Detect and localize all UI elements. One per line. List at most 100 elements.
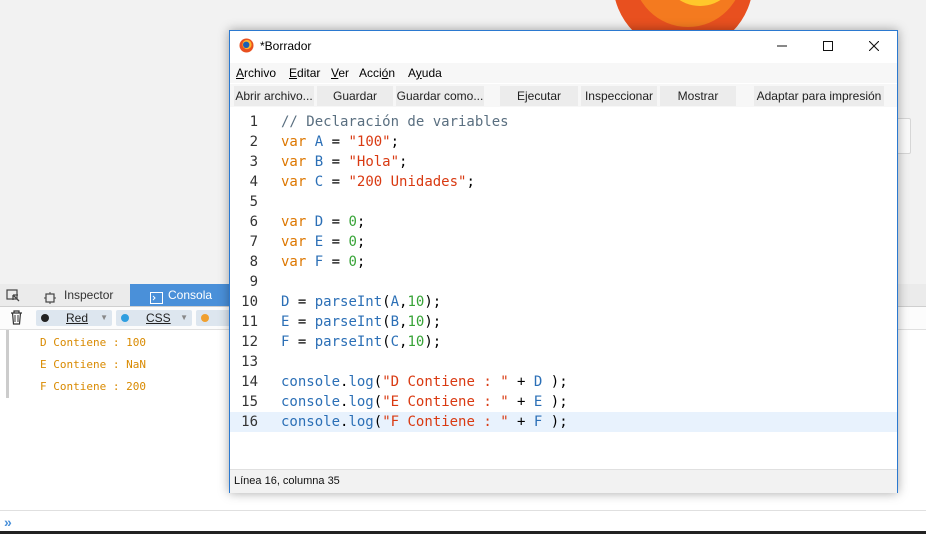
code-line[interactable]: 12 F = parseInt(C,10); [230,332,897,352]
console-prompt-icon: » [4,514,12,530]
element-picker-button[interactable] [0,284,28,306]
trash-icon[interactable] [10,310,23,330]
line-number: 6 [249,214,258,230]
code-token: ; [399,154,408,170]
maximize-button[interactable] [805,31,851,61]
scratchpad-window: *Borrador Archivo Editar Ver Acción Ayud… [229,30,898,493]
code-token: ( [373,374,383,390]
code-token: ( [382,294,391,310]
code-text: var C = "200 Unidades"; [281,172,475,192]
line-number: 12 [241,334,258,350]
code-token: var [281,234,307,250]
code-token: C [314,174,324,190]
code-token: parseInt [314,334,383,350]
console-message: E Contiene : NaN [40,358,146,371]
code-text: // Declaración de variables [281,112,509,132]
code-token: parseInt [314,294,383,310]
code-line[interactable]: 6 var D = 0; [230,212,897,232]
tab-console-label: Consola [168,288,213,302]
code-text: var F = 0; [281,252,365,272]
filter-net-dot [41,314,49,322]
open-file-button[interactable]: Abrir archivo... [234,86,314,106]
save-button[interactable]: Guardar [317,86,393,106]
code-line[interactable]: 2 var A = "100"; [230,132,897,152]
code-token: ( [373,414,383,430]
code-token: ); [424,294,442,310]
code-token: "Hola" [348,154,400,170]
menu-accion[interactable]: Acción [359,66,395,80]
code-token: A [314,134,324,150]
code-token: ); [424,314,442,330]
status-bar: Línea 16, columna 35 [230,469,897,493]
code-token: 0 [348,254,357,270]
run-button[interactable]: Ejecutar [500,86,578,106]
pretty-print-button[interactable]: Adaptar para impresión [754,86,884,106]
close-button[interactable] [851,31,897,61]
code-token: console [281,414,341,430]
code-token: console [281,394,341,410]
code-line[interactable]: 1 // Declaración de variables [230,112,897,132]
save-as-button[interactable]: Guardar como... [396,86,484,106]
code-editor[interactable]: 1 // Declaración de variables 2 var A = "10… [230,108,897,468]
minimize-button[interactable] [759,31,805,61]
menu-archivo[interactable]: Archivo [236,66,276,80]
code-line[interactable]: 8 var F = 0; [230,252,897,272]
menu-editar[interactable]: Editar [289,66,320,80]
code-token: 10 [407,334,425,350]
code-line[interactable]: 14 console.log("D Contiene : " + D ); [230,372,897,392]
minimize-icon [777,38,787,54]
filter-css[interactable]: CSS ▼ [116,310,192,326]
display-button[interactable]: Mostrar [660,86,736,106]
code-token: A [390,294,400,310]
code-token: "200 Unidades" [348,174,467,190]
menu-ayuda[interactable]: Ayuda [408,66,442,80]
code-token: console [281,374,341,390]
code-token: "100" [348,134,391,150]
code-line[interactable]: 5 [230,192,897,212]
filter-js[interactable] [196,310,232,326]
code-text: console.log("E Contiene : " + E ); [281,392,568,412]
code-line[interactable]: 11 E = parseInt(B,10); [230,312,897,332]
code-token: 10 [407,294,425,310]
code-line[interactable]: 10 D = parseInt(A,10); [230,292,897,312]
code-token: log [348,374,374,390]
code-token: = [323,134,349,150]
tab-inspector[interactable]: Inspector [28,284,128,306]
maximize-icon [823,38,833,54]
code-line[interactable]: 7 var E = 0; [230,232,897,252]
inspect-button[interactable]: Inspeccionar [581,86,657,106]
code-token: ( [373,394,383,410]
menu-ver[interactable]: Ver [331,66,349,80]
code-text: var B = "Hola"; [281,152,407,172]
code-token: + [508,374,534,390]
code-token: B [314,154,324,170]
code-line[interactable]: 9 [230,272,897,292]
code-token: ; [356,254,366,270]
code-token: var [281,174,307,190]
line-number: 16 [241,414,258,430]
code-line[interactable]: 13 [230,352,897,372]
code-line[interactable]: 3 var B = "Hola"; [230,152,897,172]
code-token: ); [542,394,568,410]
code-line[interactable]: 4 var C = "200 Unidades"; [230,172,897,192]
line-number: 15 [241,394,258,410]
code-token: ( [382,334,391,350]
code-text: E = parseInt(B,10); [281,312,441,332]
code-line[interactable]: 15 console.log("E Contiene : " + E ); [230,392,897,412]
chevron-down-icon: ▼ [100,313,108,322]
filter-css-dot [121,314,129,322]
code-token: = [323,154,349,170]
line-number: 8 [249,254,258,270]
code-line[interactable]: 16 console.log("F Contiene : " + F ); [230,412,897,432]
menu-bar: Archivo Editar Ver Acción Ayuda [230,63,897,83]
code-token: "D Contiene : " [382,374,509,390]
tab-console[interactable]: Consola [130,284,230,306]
tab-inspector-label: Inspector [64,288,114,302]
filter-net[interactable]: Red ▼ [36,310,112,326]
line-number: 5 [249,194,258,210]
line-number: 1 [249,114,258,130]
code-text: var D = 0; [281,212,365,232]
title-bar[interactable]: *Borrador [230,31,897,61]
